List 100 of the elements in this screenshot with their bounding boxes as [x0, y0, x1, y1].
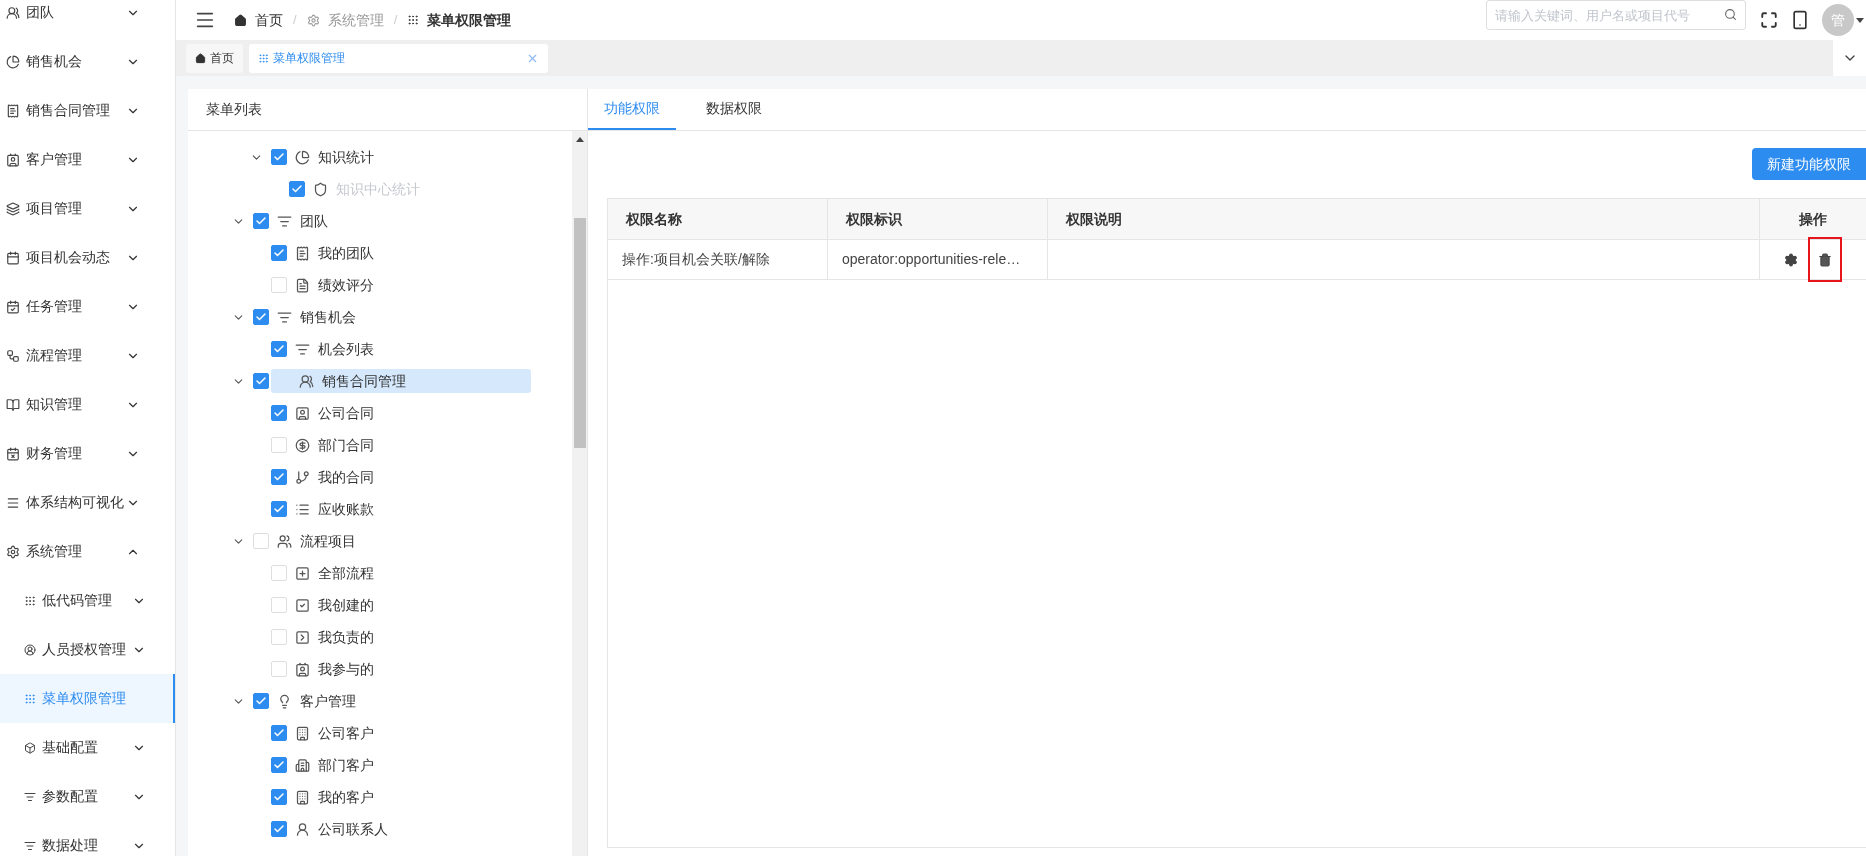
- settings-icon: [6, 544, 20, 559]
- sidebar-item[interactable]: 项目管理: [0, 184, 175, 233]
- checkbox[interactable]: [253, 213, 269, 229]
- tree-node[interactable]: 全部流程: [289, 561, 382, 585]
- dots-grid-icon: [258, 52, 269, 64]
- tree-node[interactable]: 我负责的: [289, 625, 382, 649]
- tree-node[interactable]: 应收账款: [289, 497, 382, 521]
- breadcrumb-item: 菜单权限管理: [427, 10, 512, 30]
- checkbox[interactable]: [271, 501, 287, 517]
- delete-button[interactable]: [1808, 237, 1842, 282]
- checkbox[interactable]: [271, 757, 287, 773]
- scroll-up-arrow-icon[interactable]: [575, 137, 584, 142]
- user-circle-icon: [24, 643, 36, 656]
- tree-node[interactable]: 我的合同: [289, 465, 382, 489]
- settings-icon: [306, 13, 320, 27]
- search-icon[interactable]: [1724, 8, 1737, 21]
- checkbox[interactable]: [271, 469, 287, 485]
- sidebar-item[interactable]: 流程管理: [0, 331, 175, 380]
- sidebar-subitem[interactable]: 低代码管理: [0, 576, 175, 625]
- phone-icon[interactable]: [1790, 10, 1810, 30]
- sidebar-item[interactable]: 财务管理: [0, 429, 175, 478]
- check-icon: [273, 823, 285, 835]
- column-header: 权限说明: [1048, 199, 1760, 239]
- sidebar-item[interactable]: 团队: [0, 0, 175, 37]
- breadcrumb-separator: /: [393, 11, 398, 30]
- tab[interactable]: 功能权限: [588, 88, 676, 130]
- sidebar-subitem[interactable]: 参数配置: [0, 772, 175, 821]
- sidebar-item[interactable]: 系统管理: [0, 527, 175, 576]
- sidebar-item[interactable]: 项目机会动态: [0, 233, 175, 282]
- checkbox[interactable]: [271, 149, 287, 165]
- filter-icon: [24, 790, 36, 803]
- tree-node[interactable]: 公司联系人: [289, 817, 396, 841]
- shield-icon: [313, 181, 328, 197]
- home-icon: [195, 52, 206, 64]
- sidebar-item[interactable]: 任务管理: [0, 282, 175, 331]
- check-icon: [255, 695, 267, 707]
- tree-node[interactable]: 团队: [271, 209, 336, 233]
- tree-node[interactable]: 销售合同管理: [271, 369, 531, 393]
- pie-chart-icon: [6, 54, 20, 69]
- scrollbar-thumb[interactable]: [573, 218, 586, 448]
- user-square-icon: [295, 405, 310, 421]
- checkbox[interactable]: [271, 405, 287, 421]
- sidebar-subitem[interactable]: 基础配置: [0, 723, 175, 772]
- tree-node[interactable]: 我的客户: [289, 785, 382, 809]
- checkbox[interactable]: [253, 373, 269, 389]
- check-icon: [273, 759, 285, 771]
- scrollbar[interactable]: [572, 131, 587, 856]
- checkbox[interactable]: [271, 341, 287, 357]
- sidebar-item[interactable]: 销售合同管理: [0, 86, 175, 135]
- people-icon: [6, 5, 20, 20]
- page-tab[interactable]: 菜单权限管理: [249, 43, 548, 73]
- filter-icon: [295, 341, 310, 357]
- currency-icon: [295, 437, 310, 453]
- filter-icon: [277, 309, 292, 325]
- tree-node[interactable]: 知识统计: [289, 145, 382, 169]
- sidebar-subitem[interactable]: 数据处理: [0, 821, 175, 856]
- branch-icon: [295, 469, 310, 485]
- checkbox[interactable]: [253, 309, 269, 325]
- dropdown-caret-icon[interactable]: [1856, 17, 1864, 23]
- tab-list-toggle[interactable]: [1833, 40, 1866, 76]
- check-square-icon: [295, 597, 310, 613]
- lightbulb-icon: [277, 693, 292, 709]
- search-field[interactable]: 请输入关键词、用户名或项目代号: [1486, 0, 1746, 30]
- sidebar-item[interactable]: 知识管理: [0, 380, 175, 429]
- calendar-icon: [6, 446, 20, 461]
- tree-node[interactable]: 流程项目: [271, 529, 364, 553]
- breadcrumb-item[interactable]: 首页: [255, 9, 283, 31]
- fullscreen-icon[interactable]: [1760, 11, 1778, 29]
- sidebar-item[interactable]: 销售机会: [0, 37, 175, 86]
- page-tab[interactable]: 首页: [186, 43, 243, 73]
- filter-icon: [277, 213, 292, 229]
- tree-node[interactable]: 我的团队: [289, 241, 382, 265]
- checkbox[interactable]: [271, 725, 287, 741]
- tree-node[interactable]: 部门客户: [289, 753, 382, 777]
- checkbox[interactable]: [271, 789, 287, 805]
- breadcrumb-separator: /: [293, 11, 297, 30]
- tree-node[interactable]: 机会列表: [289, 337, 382, 361]
- tree-node[interactable]: 销售机会: [271, 305, 364, 329]
- sidebar-subitem[interactable]: 人员授权管理: [0, 625, 175, 674]
- group-icon: [277, 533, 292, 549]
- sidebar-item[interactable]: 客户管理: [0, 135, 175, 184]
- checkbox[interactable]: [253, 693, 269, 709]
- tree-node[interactable]: 公司合同: [289, 401, 382, 425]
- column-header: 操作: [1798, 209, 1828, 229]
- check-icon: [273, 503, 285, 515]
- tree-node[interactable]: 公司客户: [289, 721, 382, 745]
- check-icon: [255, 375, 267, 387]
- checkbox[interactable]: [271, 821, 287, 837]
- tree-node[interactable]: 我参与的: [289, 657, 382, 681]
- sidebar-item[interactable]: 体系结构可视化: [0, 478, 175, 527]
- checkbox[interactable]: [271, 245, 287, 261]
- contact-icon: [295, 661, 310, 677]
- settings-icon[interactable]: [1784, 252, 1798, 267]
- tab[interactable]: 数据权限: [690, 88, 778, 130]
- tree-node[interactable]: 绩效评分: [289, 273, 382, 297]
- tree-node[interactable]: 部门合同: [289, 433, 382, 457]
- lines-icon: [6, 495, 20, 510]
- building-icon: [295, 789, 310, 805]
- tree-node[interactable]: 我创建的: [289, 593, 382, 617]
- tree-node[interactable]: 客户管理: [271, 689, 364, 713]
